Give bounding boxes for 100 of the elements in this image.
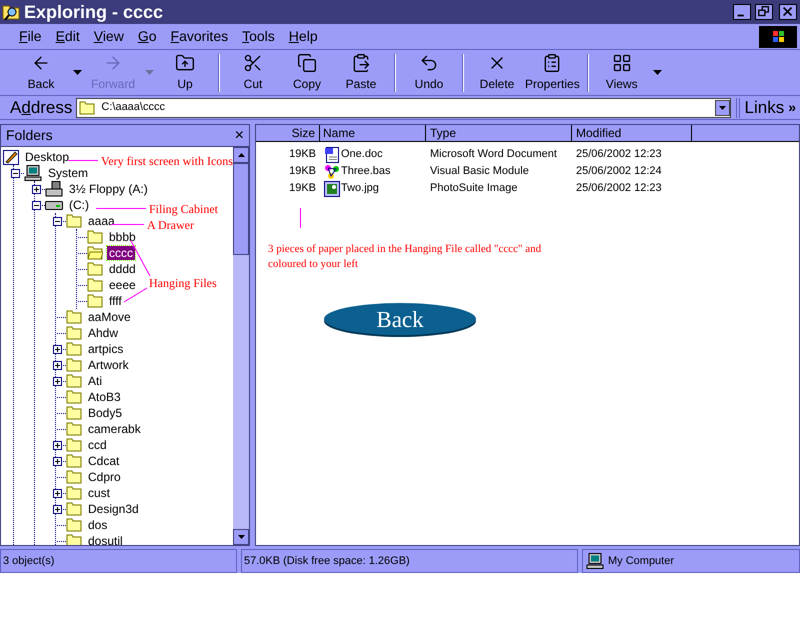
computer-icon bbox=[24, 165, 42, 181]
type-cell-text: PhotoSuite Image bbox=[429, 181, 518, 196]
links-button[interactable]: Links bbox=[744, 94, 784, 120]
dropdown-caret-icon[interactable] bbox=[72, 70, 82, 75]
toolbar-button[interactable]: Back bbox=[14, 52, 68, 94]
tree-item[interactable]: eeee bbox=[107, 278, 138, 292]
tree-item[interactable]: artpics bbox=[86, 342, 126, 356]
tree-item[interactable]: Desktop bbox=[23, 150, 72, 164]
column-header[interactable]: Type bbox=[426, 125, 572, 141]
more-chevron[interactable]: » bbox=[788, 97, 796, 118]
close-icon[interactable] bbox=[779, 4, 797, 20]
toolbar-button[interactable]: Cut bbox=[226, 52, 280, 94]
collapse-box-icon[interactable] bbox=[53, 217, 62, 226]
tree-item[interactable]: dosutil bbox=[86, 534, 125, 545]
menu-item[interactable]: Go bbox=[134, 26, 160, 47]
close-button[interactable]: × bbox=[234, 128, 244, 144]
expand-box-icon[interactable] bbox=[53, 505, 62, 514]
status-text: My Computer bbox=[608, 554, 674, 569]
open-folder-icon bbox=[87, 246, 103, 260]
scroll-up-button[interactable] bbox=[233, 147, 249, 163]
scroll-down-button[interactable] bbox=[233, 529, 249, 545]
tree-item[interactable]: dos bbox=[86, 518, 110, 532]
annotation-text: Filing Cabinet bbox=[149, 201, 218, 218]
toolbar-button[interactable]: Paste bbox=[334, 52, 388, 94]
scroll-thumb[interactable] bbox=[233, 163, 249, 255]
file-name[interactable]: Two.jpg bbox=[341, 180, 379, 197]
tree-item[interactable]: 3½ Floppy (A:) bbox=[67, 182, 150, 196]
address-label: Address bbox=[10, 96, 72, 119]
tree-item[interactable]: Ahdw bbox=[86, 326, 120, 340]
expand-box-icon[interactable] bbox=[53, 377, 62, 386]
toolbar-button[interactable]: Delete bbox=[470, 52, 524, 94]
column-header[interactable]: Modified bbox=[572, 125, 692, 141]
tree-item[interactable]: (C:) bbox=[67, 198, 91, 212]
column-header[interactable]: Name bbox=[320, 125, 426, 141]
up-caret-icon bbox=[238, 153, 244, 157]
tree-item[interactable]: cccc bbox=[107, 246, 135, 260]
toolbar-button[interactable]: Views bbox=[594, 52, 649, 94]
expand-box-icon[interactable] bbox=[53, 361, 62, 370]
expand-box-icon[interactable] bbox=[53, 441, 62, 450]
folder-icon bbox=[66, 534, 82, 545]
expand-box-icon[interactable] bbox=[53, 457, 62, 466]
tree-item[interactable]: Design3d bbox=[86, 502, 141, 516]
expand-box-icon[interactable] bbox=[53, 345, 62, 354]
menu-item[interactable]: View bbox=[90, 26, 127, 47]
clipboard-icon bbox=[542, 52, 562, 72]
expand-box-icon[interactable] bbox=[32, 185, 41, 194]
folder-icon bbox=[66, 214, 82, 228]
tree-item[interactable]: Ati bbox=[86, 374, 104, 388]
tree-item[interactable]: System bbox=[46, 166, 90, 180]
address-field[interactable]: C:\aaaa\cccc bbox=[76, 98, 731, 118]
restore-icon[interactable] bbox=[755, 4, 773, 20]
folder-icon bbox=[87, 230, 103, 244]
menu-item[interactable]: Edit bbox=[52, 26, 83, 47]
menu-item[interactable]: Help bbox=[286, 26, 321, 47]
tree-item[interactable]: Body5 bbox=[86, 406, 124, 420]
tree-item[interactable]: Artwork bbox=[86, 358, 131, 372]
size-cell-text: 19KB bbox=[288, 181, 317, 196]
file-name[interactable]: One.doc bbox=[341, 146, 383, 163]
tree-item[interactable]: aaaa bbox=[86, 214, 117, 228]
undo-icon bbox=[419, 52, 439, 72]
expand-box-icon[interactable] bbox=[53, 489, 62, 498]
annotation-text: Very first screen with Icons bbox=[101, 153, 233, 170]
document-icon bbox=[324, 146, 340, 162]
menu-item[interactable]: File bbox=[16, 26, 45, 47]
collapse-box-icon[interactable] bbox=[11, 169, 20, 178]
dropdown-button[interactable] bbox=[714, 100, 730, 116]
file-name[interactable]: Three.bas bbox=[341, 163, 391, 180]
paste-icon bbox=[351, 52, 371, 72]
dropdown-caret-icon[interactable] bbox=[653, 70, 662, 75]
computer-icon bbox=[586, 553, 604, 569]
tree-item[interactable]: ccd bbox=[86, 438, 109, 452]
tree-item[interactable]: Cdcat bbox=[86, 454, 122, 468]
annotation-text: 3 pieces of paper placed in the Hanging File called "cccc" and coloured to your left bbox=[268, 242, 542, 272]
down-caret-icon bbox=[238, 535, 244, 539]
size-cell-text: 19KB bbox=[288, 164, 317, 180]
minimize-icon[interactable] bbox=[733, 4, 751, 20]
tree-item[interactable]: cust bbox=[86, 486, 112, 500]
column-header[interactable]: Size bbox=[256, 125, 320, 141]
modified-cell-text: 25/06/2002 12:23 bbox=[575, 147, 663, 162]
tree-item[interactable]: AtoB3 bbox=[86, 390, 123, 404]
status-text: 57.0KB (Disk free space: 1.26GB) bbox=[241, 549, 578, 573]
size-cell-text: 19KB bbox=[288, 147, 317, 162]
back-button[interactable]: Back bbox=[324, 303, 476, 335]
pane-title: Folders bbox=[6, 126, 54, 145]
tree-item[interactable]: ffff bbox=[107, 294, 124, 308]
tree-item[interactable]: aaMove bbox=[86, 310, 133, 324]
tree-item[interactable]: camerabk bbox=[86, 422, 143, 436]
collapse-box-icon[interactable] bbox=[32, 201, 41, 210]
toolbar-button[interactable]: Undo bbox=[402, 52, 456, 94]
menu-item[interactable]: Favorites bbox=[168, 26, 232, 47]
modified-cell-text: 25/06/2002 12:23 bbox=[575, 181, 663, 196]
toolbar-button[interactable]: Properties bbox=[524, 52, 581, 94]
toolbar-button[interactable]: Up bbox=[158, 52, 212, 94]
grid-icon bbox=[612, 52, 632, 72]
folder-icon bbox=[66, 422, 82, 436]
menu-item[interactable]: Tools bbox=[239, 26, 278, 47]
toolbar-button[interactable]: Copy bbox=[280, 52, 334, 94]
tree-item[interactable]: bbbb bbox=[107, 230, 138, 244]
tree-item[interactable]: Cdpro bbox=[86, 470, 123, 484]
tree-item[interactable]: dddd bbox=[107, 262, 138, 276]
